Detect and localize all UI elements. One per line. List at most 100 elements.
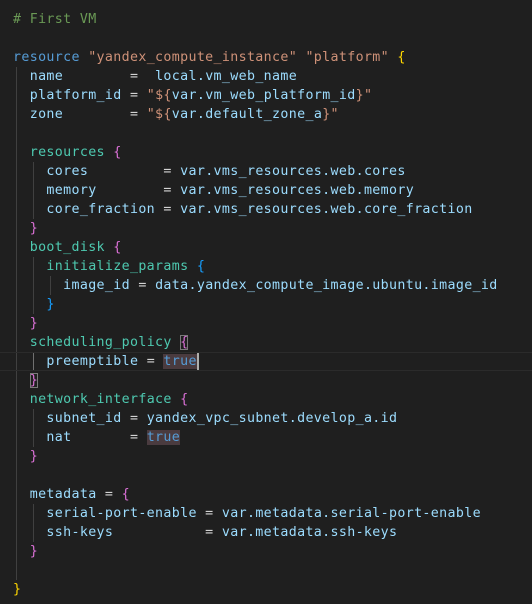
code-line[interactable]: metadata = { <box>0 485 532 504</box>
code-line[interactable]: } <box>0 580 532 599</box>
code-line[interactable]: resource "yandex_compute_instance" "plat… <box>0 48 532 67</box>
code-line[interactable]: boot_disk { <box>0 238 532 257</box>
code-token: initialize_params <box>46 259 189 274</box>
code-token: core_fraction <box>46 202 156 217</box>
code-token: = <box>121 88 147 103</box>
code-token: ssh-keys <box>46 525 114 540</box>
code-line[interactable]: network_interface { <box>0 390 532 409</box>
code-line[interactable]: } <box>0 542 532 561</box>
code-line[interactable]: } <box>0 219 532 238</box>
code-token: resources <box>29 145 105 160</box>
code-comment: # First VM <box>13 12 97 27</box>
code-line[interactable]: cores = var.vms_resources.web.cores <box>0 162 532 181</box>
code-line[interactable]: } <box>0 371 532 390</box>
code-token: } <box>13 582 22 597</box>
code-line[interactable]: zone = "${var.default_zone_a}" <box>0 105 532 124</box>
code-line[interactable]: name = local.vm_web_name <box>0 67 532 86</box>
code-token: = <box>113 525 222 540</box>
code-line[interactable] <box>0 466 532 485</box>
code-token: } <box>29 221 39 236</box>
code-token: }" <box>355 88 373 103</box>
code-token: { <box>121 487 130 502</box>
code-line[interactable]: initialize_params { <box>0 257 532 276</box>
code-token: zone <box>29 107 64 122</box>
code-token: true <box>163 354 197 369</box>
code-line[interactable]: platform_id = "${var.vm_web_platform_id}… <box>0 86 532 105</box>
code-token: "platform" <box>305 50 390 65</box>
code-token: "yandex_compute_instance" <box>88 50 298 65</box>
code-line[interactable]: resources { <box>0 143 532 162</box>
code-token: platform_id <box>29 88 122 103</box>
code-line[interactable]: } <box>0 295 532 314</box>
code-token: = <box>71 430 147 445</box>
code-token: serial-port-enable <box>46 506 197 521</box>
code-token: = <box>63 69 156 84</box>
code-token: resource <box>13 50 80 65</box>
code-line[interactable]: memory = var.vms_resources.web.memory <box>0 181 532 200</box>
code-token: { <box>180 335 189 350</box>
code-line[interactable]: subnet_id = yandex_vpc_subnet.develop_a.… <box>0 409 532 428</box>
code-line[interactable]: serial-port-enable = var.metadata.serial… <box>0 504 532 523</box>
code-token: }" <box>322 107 339 122</box>
code-line[interactable]: image_id = data.yandex_compute_image.ubu… <box>0 276 532 295</box>
code-token: { <box>113 145 122 160</box>
code-line[interactable]: } <box>0 314 532 333</box>
code-token: = <box>88 164 181 179</box>
code-token: "${ <box>146 107 172 122</box>
code-token: data.yandex_compute_image.ubuntu.image_i… <box>155 278 498 293</box>
code-token: } <box>29 449 39 464</box>
code-line[interactable]: ssh-keys = var.metadata.ssh-keys <box>0 523 532 542</box>
code-line[interactable] <box>0 561 532 580</box>
code-line[interactable]: scheduling_policy { <box>0 333 532 352</box>
code-editor[interactable]: # First VM resource "yandex_compute_insta… <box>0 0 532 604</box>
code-token: var.vm_web_platform_id <box>171 88 356 103</box>
code-token: metadata <box>29 487 97 502</box>
code-token: memory <box>46 183 97 198</box>
code-token: = <box>155 202 181 217</box>
code-line[interactable] <box>0 124 532 143</box>
code-token: { <box>180 392 189 407</box>
code-token: true <box>146 430 181 445</box>
code-line[interactable]: # First VM <box>0 10 532 29</box>
code-token: = <box>96 183 181 198</box>
code-line[interactable] <box>0 29 532 48</box>
code-token: var.default_zone_a <box>171 107 323 122</box>
code-line[interactable]: core_fraction = var.vms_resources.web.co… <box>0 200 532 219</box>
code-token: local.vm_web_name <box>155 69 298 84</box>
code-token: = <box>129 278 156 293</box>
code-token: } <box>29 544 39 559</box>
code-line[interactable]: nat = true <box>0 428 532 447</box>
code-token: cores <box>46 164 89 179</box>
code-token: { <box>113 240 122 255</box>
code-token: var.vms_resources.web.core_fraction <box>180 202 473 217</box>
code-token: } <box>46 297 55 312</box>
code-token: preemptible <box>46 354 139 369</box>
code-token: } <box>29 373 39 388</box>
code-line[interactable]: preemptible = true <box>0 352 532 371</box>
code-line[interactable]: } <box>0 447 532 466</box>
